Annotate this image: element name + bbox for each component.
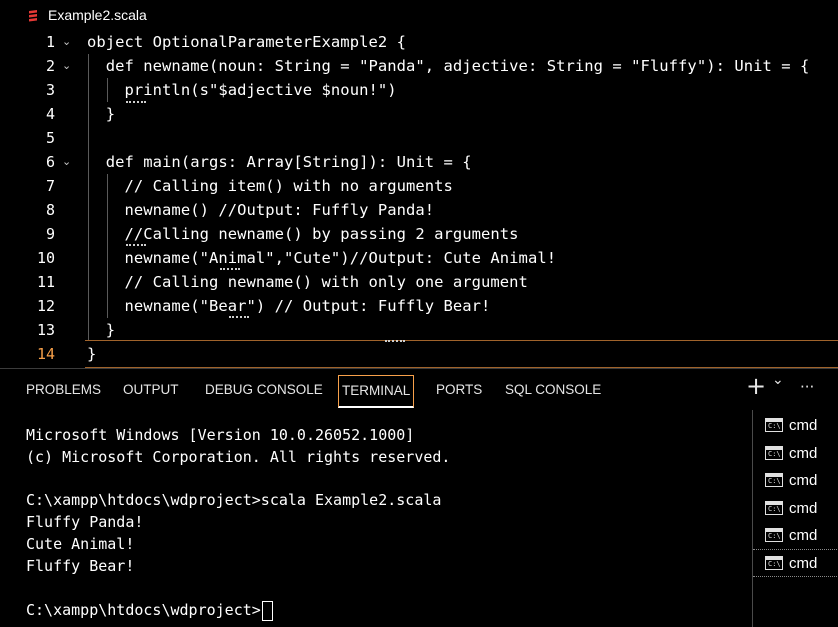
terminal-line: C:\xampp\htdocs\wdproject>scala Example2… [26, 491, 442, 509]
code-text: } [87, 105, 116, 123]
terminal-line: Cute Animal! [26, 535, 135, 553]
tab-debug-console[interactable]: DEBUG CONSOLE [205, 382, 323, 397]
code-text: def newname(noun: String = "Panda", adje… [87, 57, 810, 75]
terminal-line: Fluffy Panda! [26, 513, 144, 531]
terminal-list: C:\ cmd C:\ cmd C:\ cmd C:\ cmd C:\ cmd … [752, 410, 838, 627]
terminal-list-item-selected[interactable]: C:\ cmd [753, 549, 838, 577]
line-number: 13 [36, 321, 55, 339]
tab-output[interactable]: OUTPUT [123, 382, 179, 397]
code-line: 2 ⌄ def newname(noun: String = "Panda", … [0, 54, 838, 78]
code-text: } [87, 321, 116, 339]
line-number: 9 [45, 225, 55, 243]
code-line: 14 } [0, 342, 838, 366]
line-number: 2 [45, 57, 55, 75]
terminal-list-item[interactable]: C:\ cmd [753, 495, 838, 521]
line-number: 11 [36, 273, 55, 291]
terminal-list-label: cmd [789, 499, 818, 517]
cmd-icon: C:\ [765, 501, 783, 515]
code-line: 5 [0, 126, 838, 150]
code-line: 12 newname("Bear") // Output: Fuffly Bea… [0, 294, 838, 318]
spelling-squiggle [126, 99, 146, 103]
terminal-output[interactable]: Microsoft Windows [Version 10.0.26052.10… [0, 412, 750, 627]
chevron-down-icon[interactable]: ⌄ [62, 153, 76, 168]
terminal-prompt: C:\xampp\htdocs\wdproject> [26, 601, 261, 619]
cmd-icon: C:\ [765, 556, 783, 570]
chevron-down-icon[interactable]: ⌄ [62, 33, 76, 48]
code-text: //Calling newname() by passing 2 argumen… [87, 225, 519, 243]
terminal-list-label: cmd [789, 526, 818, 544]
code-text: def main(args: Array[String]): Unit = { [87, 153, 472, 171]
spelling-squiggle [229, 314, 249, 318]
terminal-list-item[interactable]: C:\ cmd [753, 467, 838, 493]
code-text: newname("Bear") // Output: Fuffly Bear! [87, 297, 491, 315]
spelling-squiggle [385, 338, 405, 342]
cmd-icon: C:\ [765, 418, 783, 432]
chevron-down-icon[interactable]: ⌄ [772, 372, 784, 388]
code-line: 1 ⌄ object OptionalParameterExample2 { [0, 30, 838, 54]
chevron-down-icon[interactable]: ⌄ [62, 57, 76, 72]
code-line: 8 newname() //Output: Fuffly Panda! [0, 198, 838, 222]
line-number: 1 [45, 33, 55, 51]
code-text: } [87, 345, 97, 363]
terminal-list-label: cmd [789, 444, 818, 462]
code-text: // Calling item() with no arguments [87, 177, 453, 195]
terminal-line: (c) Microsoft Corporation. All rights re… [26, 448, 451, 466]
code-line: 13 } [0, 318, 838, 342]
editor-tab[interactable]: Example2.scala [0, 0, 157, 30]
code-text: // Calling newname() with only one argum… [87, 273, 528, 291]
editor-tab-bar: Example2.scala [0, 0, 838, 30]
code-text: newname("Animal","Cute")//Output: Cute A… [87, 249, 557, 267]
tab-ports[interactable]: PORTS [436, 382, 482, 397]
terminal-list-item[interactable]: C:\ cmd [753, 522, 838, 548]
terminal-list-item[interactable]: C:\ cmd [753, 412, 838, 438]
scala-icon [29, 10, 37, 22]
line-number: 6 [45, 153, 55, 171]
terminal-prompt-line[interactable]: C:\xampp\htdocs\wdproject> [26, 599, 273, 621]
cmd-icon: C:\ [765, 446, 783, 460]
terminal-list-label: cmd [789, 471, 818, 489]
code-text: object OptionalParameterExample2 { [87, 33, 406, 51]
line-number: 5 [45, 129, 55, 147]
more-actions-button[interactable]: ··· [800, 378, 814, 396]
line-number-active: 14 [36, 345, 55, 363]
spelling-squiggle [220, 266, 240, 270]
tab-terminal[interactable]: TERMINAL [338, 375, 415, 408]
code-text: newname() //Output: Fuffly Panda! [87, 201, 435, 219]
line-number: 12 [36, 297, 55, 315]
code-line: 10 newname("Animal","Cute")//Output: Cut… [0, 246, 838, 270]
code-line: 4 } [0, 102, 838, 126]
line-number: 10 [36, 249, 55, 267]
add-terminal-button[interactable]: + [746, 372, 766, 400]
code-editor[interactable]: 1 ⌄ object OptionalParameterExample2 { 2… [0, 30, 838, 368]
terminal-list-label: cmd [789, 416, 818, 434]
line-number: 4 [45, 105, 55, 123]
terminal-line: Microsoft Windows [Version 10.0.26052.10… [26, 426, 415, 444]
line-number: 3 [45, 81, 55, 99]
editor-tab-label: Example2.scala [48, 7, 147, 23]
cmd-icon: C:\ [765, 473, 783, 487]
tab-sql-console[interactable]: SQL CONSOLE [505, 382, 601, 397]
cmd-icon: C:\ [765, 528, 783, 542]
tab-problems[interactable]: PROBLEMS [26, 382, 101, 397]
line-number: 8 [45, 201, 55, 219]
spelling-squiggle [126, 242, 146, 246]
terminal-line: Fluffy Bear! [26, 557, 135, 575]
code-line: 11 // Calling newname() with only one ar… [0, 270, 838, 294]
code-line: 6 ⌄ def main(args: Array[String]): Unit … [0, 150, 838, 174]
panel-tab-bar: PROBLEMS OUTPUT DEBUG CONSOLE TERMINAL P… [0, 368, 838, 413]
terminal-cursor [261, 600, 273, 621]
code-line: 7 // Calling item() with no arguments [0, 174, 838, 198]
line-number: 7 [45, 177, 55, 195]
terminal-list-item[interactable]: C:\ cmd [753, 440, 838, 466]
terminal-list-label: cmd [789, 554, 818, 572]
